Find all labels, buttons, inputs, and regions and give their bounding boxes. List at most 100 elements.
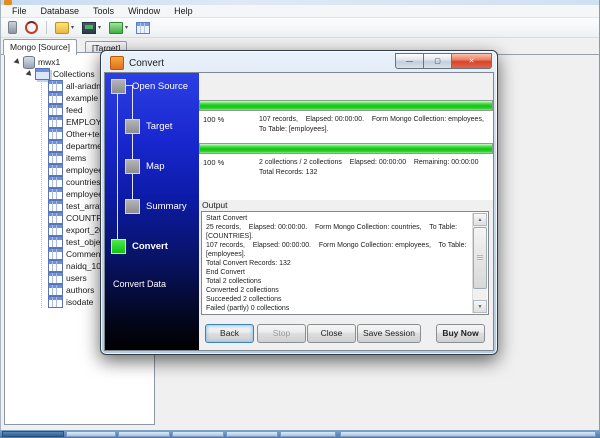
open-database-icon[interactable]: ▾ [53, 20, 76, 36]
table-icon [48, 116, 63, 128]
step-marker-icon [125, 199, 140, 214]
taskbar-button[interactable] [280, 431, 336, 437]
step-marker-icon [125, 119, 140, 134]
table-icon [48, 236, 63, 248]
menu-bar: FileDatabaseToolsWindowHelp [1, 5, 599, 18]
output-lines: Start Convert25 records, Elapsed: 00:00:… [206, 214, 470, 312]
dropdown-caret-icon: ▾ [71, 25, 74, 31]
step-marker-icon [111, 239, 126, 254]
table-icon [48, 284, 63, 296]
minimize-icon[interactable]: — [395, 53, 424, 69]
menu-item[interactable]: Help [167, 5, 200, 17]
output-box: Start Convert25 records, Elapsed: 00:00:… [201, 211, 489, 315]
expander-icon[interactable] [14, 58, 22, 66]
output-line: Succeeded 2 collections [206, 295, 470, 304]
taskbar-button[interactable] [226, 431, 278, 437]
output-line: Total 2 collections [206, 277, 470, 286]
convert-dialog-icon [110, 56, 124, 70]
convert-progress-pane: 100 % 107 records, Elapsed: 00:00:00. Fo… [199, 73, 493, 350]
taskbar-button[interactable] [172, 431, 224, 437]
toolbar-separator [46, 21, 47, 34]
database-icon [23, 56, 35, 69]
wizard-step[interactable]: Target [125, 119, 172, 134]
dialog-button-row: Back Stop Close Save Session Buy Now [199, 324, 493, 343]
toolbar: ▾ ▾ ▾ [1, 18, 599, 38]
step-label: Convert [132, 241, 168, 252]
buy-now-button[interactable]: Buy Now [436, 324, 485, 343]
table-icon [48, 92, 63, 104]
tree-root-label: mwx1 [38, 57, 60, 67]
export-icon[interactable]: ▾ [107, 20, 130, 36]
step-label: Open Source [132, 81, 188, 92]
sidebar-footer-label: Convert Data [113, 279, 166, 289]
table-icon [48, 200, 63, 212]
table-icon [48, 188, 63, 200]
table-icon [48, 164, 63, 176]
tree-item-label: feed [66, 105, 83, 115]
tree-item-label: isodate [66, 297, 93, 307]
table-icon [48, 224, 63, 236]
close-icon[interactable]: ✕ [451, 53, 492, 69]
wizard-step[interactable]: Open Source [111, 79, 188, 94]
back-button[interactable]: Back [205, 324, 254, 343]
table-icon [48, 272, 63, 284]
menu-item[interactable]: Window [121, 5, 167, 17]
step-label: Target [146, 121, 172, 132]
output-line: 25 records, Elapsed: 00:00:00. Form Mong… [206, 223, 470, 241]
wizard-step[interactable]: Convert [111, 239, 168, 254]
output-line: Converted 2 collections [206, 286, 470, 295]
tree-item-label: countries [66, 177, 101, 187]
output-scrollbar[interactable]: ▲ ▼ [472, 213, 487, 313]
window-titlebar[interactable] [1, 0, 599, 5]
taskbar-button[interactable] [118, 431, 170, 437]
total-progress-info: 100 % 2 collections / 2 collections Elap… [199, 154, 493, 200]
taskbar-button[interactable] [66, 431, 116, 437]
collection-progress-info: 100 % 107 records, Elapsed: 00:00:00. Fo… [199, 111, 493, 143]
stop-button: Stop [257, 324, 306, 343]
tab-mongo-source[interactable]: Mongo [Source] [3, 39, 77, 55]
menu-item[interactable]: File [5, 5, 34, 17]
taskbar[interactable] [0, 430, 600, 438]
expander-icon[interactable] [26, 70, 34, 78]
collection-progress-text: 107 records, Elapsed: 00:00:00. Form Mon… [259, 115, 488, 135]
output-line: Start Convert [206, 214, 470, 223]
maximize-icon[interactable]: ▢ [423, 53, 452, 69]
import-icon[interactable]: ▾ [80, 20, 103, 36]
dialog-client: Open Source Target Map Summary Convert [104, 72, 494, 351]
dropdown-caret-icon: ▾ [125, 25, 128, 31]
dropdown-caret-icon: ▾ [98, 25, 101, 31]
taskbar-button[interactable] [2, 431, 64, 437]
wizard-step[interactable]: Summary [125, 199, 187, 214]
menu-item[interactable]: Tools [86, 5, 121, 17]
collection-progress-bar [199, 100, 493, 111]
collections-icon [35, 68, 50, 80]
total-progress-percent: 100 % [203, 158, 224, 167]
menu-item[interactable]: Database [34, 5, 87, 17]
output-line: Failed (partly) 0 collections [206, 304, 470, 312]
dialog-titlebar[interactable]: Convert — ▢ ✕ [104, 54, 494, 72]
tree-item-label: employee [66, 165, 103, 175]
tree-item-label: users [66, 273, 87, 283]
tree-item-label: authors [66, 285, 94, 295]
wizard-sidebar: Open Source Target Map Summary Convert [105, 73, 199, 350]
scroll-thumb[interactable] [473, 227, 487, 289]
connect-icon[interactable] [6, 20, 19, 36]
dialog-title: Convert [129, 58, 164, 69]
output-label: Output [202, 200, 228, 210]
scroll-up-icon[interactable]: ▲ [473, 213, 487, 226]
scroll-grip-icon [477, 255, 483, 261]
step-marker-icon [125, 159, 140, 174]
step-label: Summary [146, 201, 187, 212]
save-session-button[interactable]: Save Session [357, 324, 421, 343]
taskbar-button[interactable] [340, 431, 596, 437]
wizard-step[interactable]: Map [125, 159, 164, 174]
output-line: End Convert [206, 268, 470, 277]
step-connector [132, 85, 133, 205]
scroll-down-icon[interactable]: ▼ [473, 300, 487, 313]
step-connector [117, 85, 118, 245]
table-icon [48, 140, 63, 152]
disconnect-icon[interactable] [23, 20, 40, 36]
step-label: Map [146, 161, 164, 172]
close-button[interactable]: Close [307, 324, 356, 343]
grid-view-icon[interactable] [134, 20, 152, 36]
